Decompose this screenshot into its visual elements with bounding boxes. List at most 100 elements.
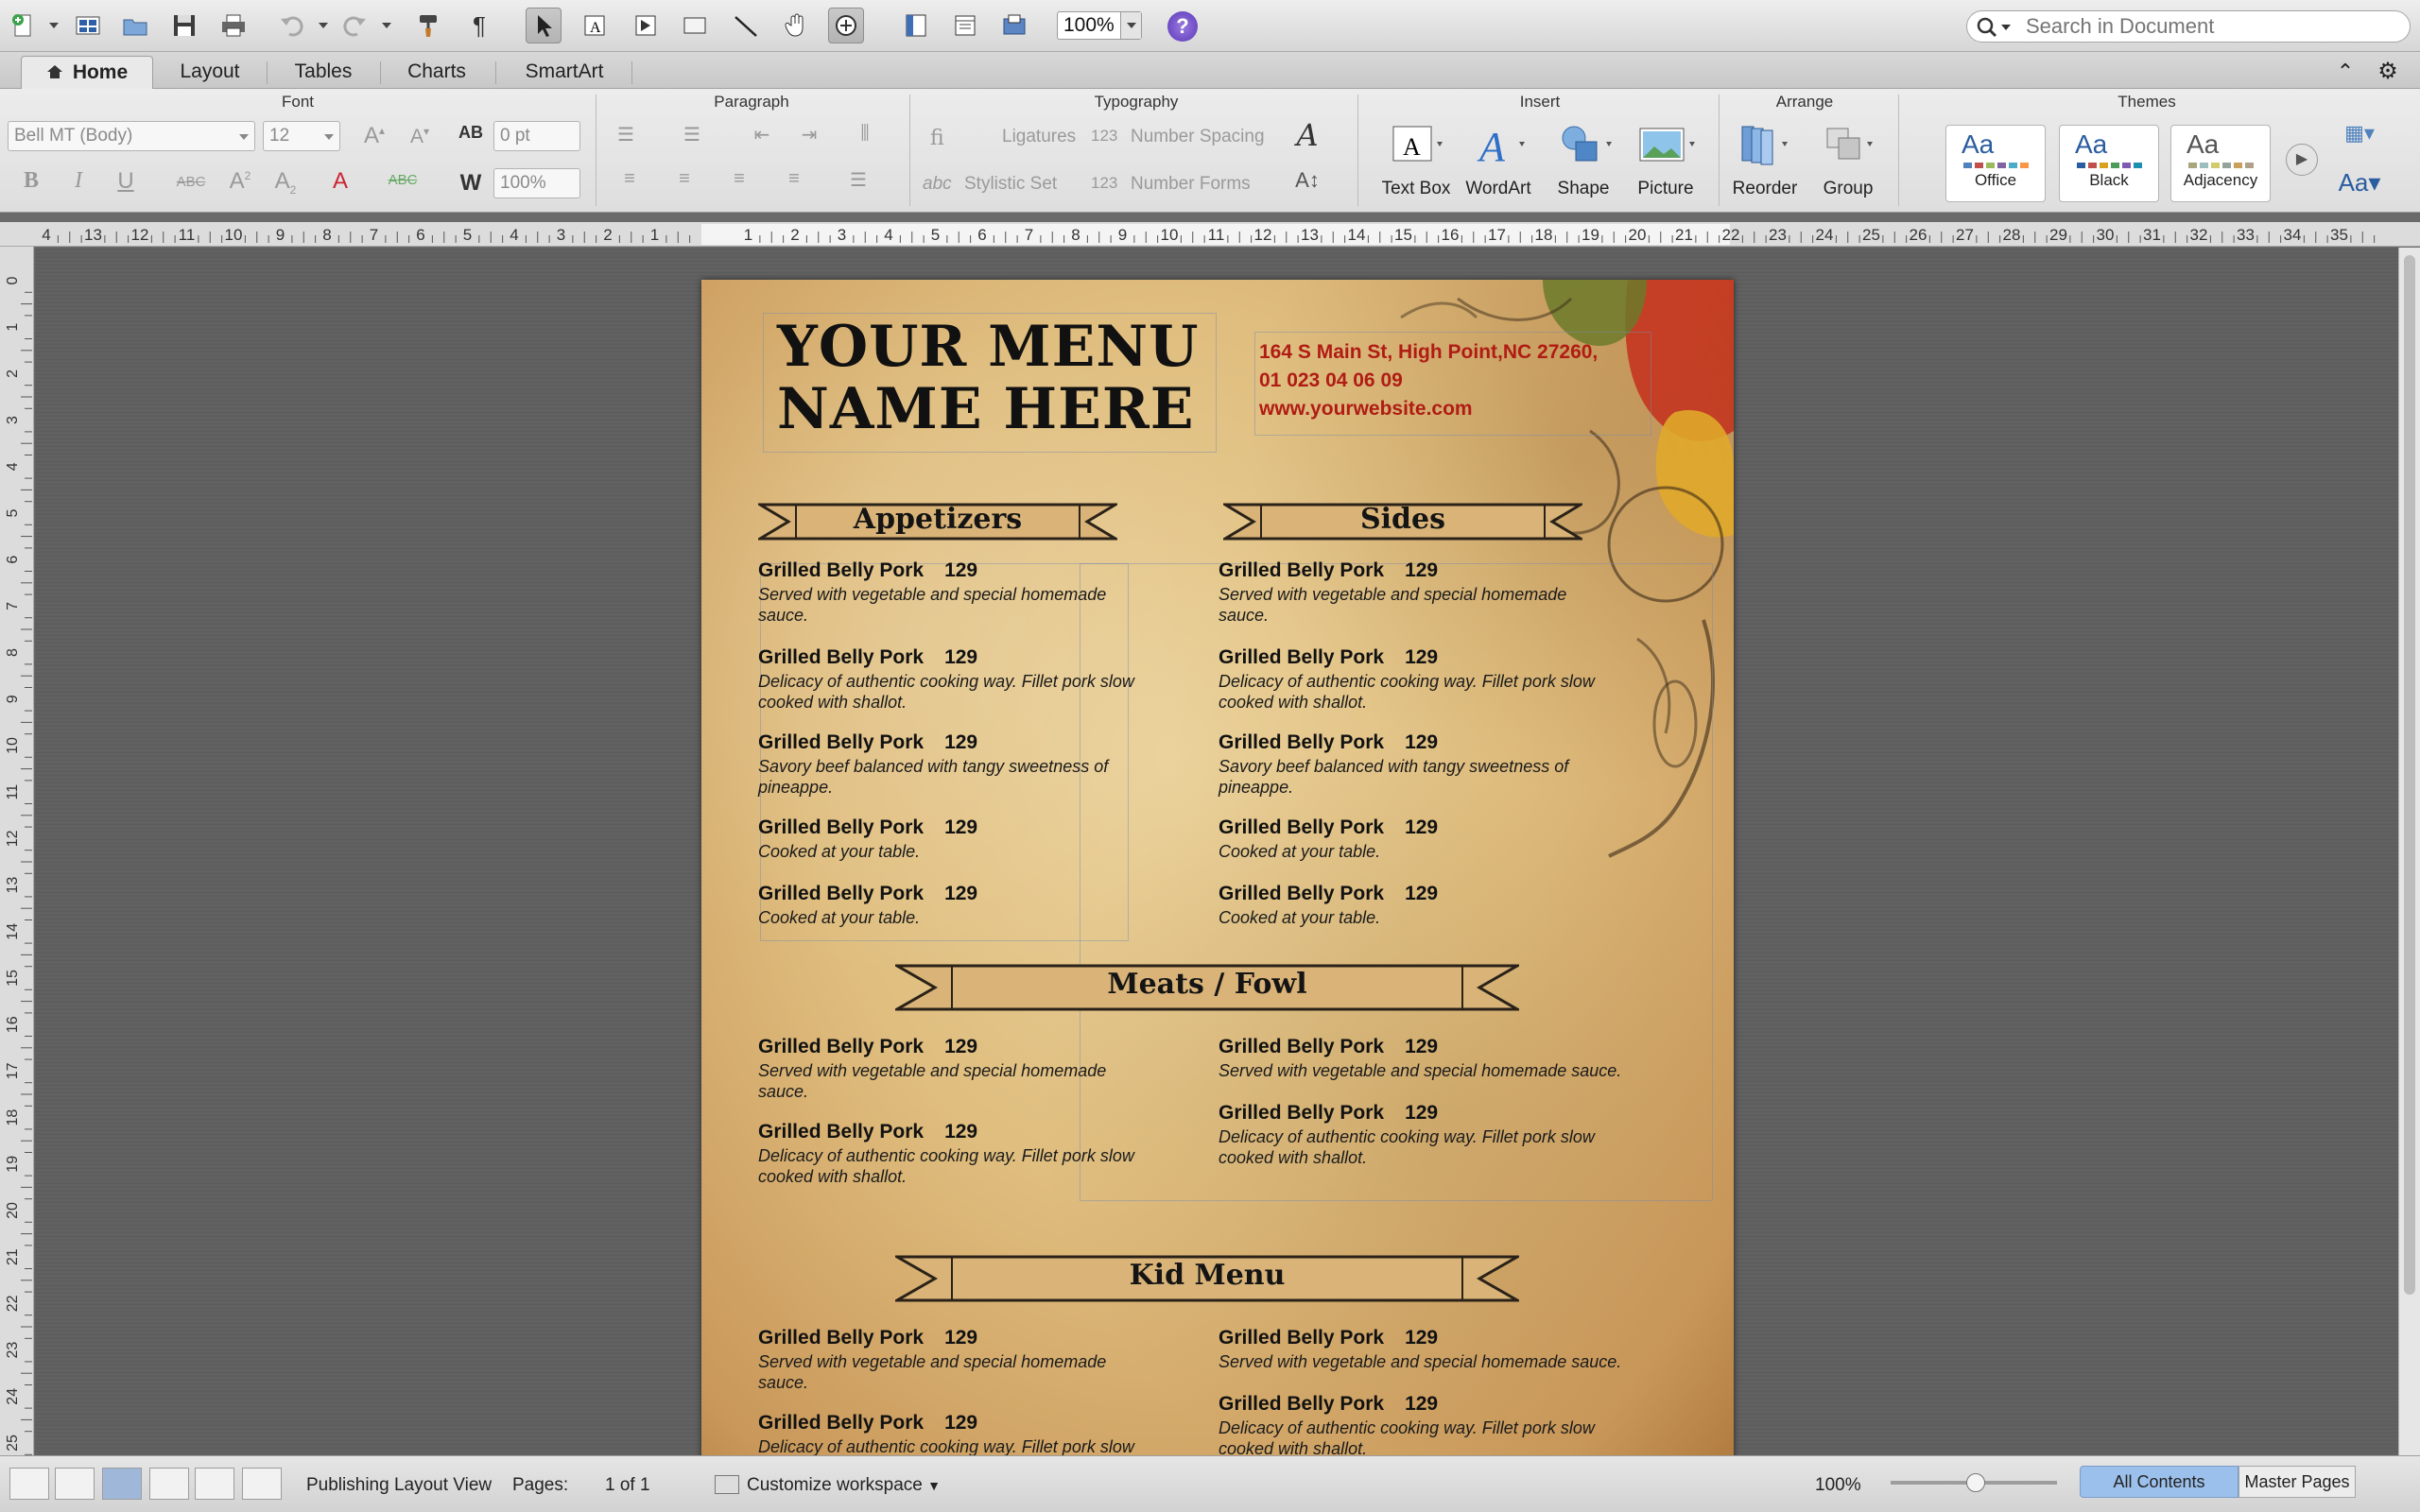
menu-title[interactable]: YOUR MENU NAME HERE [777,316,1200,440]
menu-item[interactable]: Grilled Belly Pork 129 Savory beef balanc… [1219,731,1616,798]
menu-item[interactable]: Grilled Belly Pork 129 Delicacy of authen… [1219,646,1634,713]
menu-item[interactable]: Grilled Belly Pork 129 Savory beef balanc… [758,731,1155,798]
zoom-slider[interactable] [1891,1473,2057,1492]
menu-item[interactable]: Grilled Belly Pork 129 Served with vegeta… [758,1036,1155,1102]
insert-text-box-button[interactable]: A Text Box [1371,121,1461,199]
vertical-ruler[interactable]: 0 1 2 3 4 5 6 7 8 9 10 11 12 13 14 15 16 17 18 19 20 21 22 23 24… [0,247,34,1456]
customize-workspace-button[interactable]: Customize workspace ▼ [715,1475,951,1496]
scrollbar-thumb[interactable] [2404,255,2415,1295]
toolbox-icon[interactable] [947,8,983,43]
search-document[interactable] [1966,10,2411,43]
group-button[interactable]: Group [1809,121,1887,199]
print-icon[interactable] [216,8,251,43]
menu-item[interactable]: Grilled Belly Pork 129 Cooked at your tab… [1219,816,1616,862]
all-contents-tab[interactable]: All Contents [2080,1466,2238,1498]
menu-page[interactable]: YOUR MENU NAME HERE 164 S Main St, High … [701,280,1734,1455]
number-forms-button[interactable]: Number Forms [1131,174,1251,195]
tab-smartart[interactable]: SmartArt [505,56,624,89]
themes-next-icon[interactable]: ▶ [2286,144,2318,176]
document-canvas[interactable]: YOUR MENU NAME HERE 164 S Main St, High … [35,248,2398,1455]
contact-block[interactable]: 164 S Main St, High Point,NC 27260, 01 0… [1259,338,1598,423]
menu-item[interactable]: Grilled Belly Pork 129 Delicacy of authen… [1219,1102,1634,1168]
tab-tables[interactable]: Tables [274,56,372,89]
align-left-icon[interactable]: ≡ [611,168,648,190]
hand-pan-icon[interactable] [779,8,815,43]
underline-icon[interactable]: U [110,168,142,195]
collapse-ribbon-icon[interactable]: ⌃ [2331,56,2360,89]
columns-icon[interactable]: ⫼ [841,123,889,145]
theme-black[interactable]: Aa Black [2059,125,2159,202]
bullets-icon[interactable]: ☰ [607,123,645,146]
new-document-icon[interactable] [6,8,42,43]
show-formatting-icon[interactable]: ¶ [461,8,497,43]
search-icon[interactable] [1975,15,2022,40]
subscript-icon[interactable]: A2 [268,168,302,197]
number-spacing-button[interactable]: Number Spacing [1131,127,1265,147]
bold-icon[interactable]: B [15,168,47,194]
tab-layout[interactable]: Layout [163,56,257,89]
text-effects-icon[interactable]: A [1291,117,1323,153]
theme-fonts-icon[interactable]: Aa▾ [2335,168,2384,198]
banner-meats[interactable]: Meats / Fowl [895,958,1519,1017]
banner-kids[interactable]: Kid Menu [895,1249,1519,1308]
grow-font-icon[interactable]: A▴ [355,123,393,149]
strikethrough-icon[interactable]: ABC [168,174,214,190]
decrease-indent-icon[interactable]: ⇤ [743,123,781,146]
line-spacing-icon[interactable]: ☰ [832,168,885,192]
publish-icon[interactable] [996,8,1032,43]
rectangle-tool-icon[interactable] [677,8,713,43]
insert-shape-button[interactable]: Shape [1541,121,1626,199]
character-spacing-icon[interactable]: AB [454,123,488,143]
insert-picture-button[interactable]: Picture [1622,121,1709,199]
vertical-scrollbar[interactable] [2398,248,2420,1455]
menu-item[interactable]: Grilled Belly Pork 129 Delicacy of authen… [758,1121,1155,1187]
notebook-view-button[interactable] [195,1468,234,1500]
zoom-dropdown-icon[interactable] [1120,12,1141,39]
font-color-icon[interactable]: A [323,168,357,195]
text-width-icon[interactable]: W [452,170,490,197]
character-spacing-field[interactable]: 0 pt [493,121,580,151]
print-layout-view-button[interactable] [149,1468,189,1500]
ligatures-button[interactable]: Ligatures [1002,127,1076,147]
zoom-slider-knob[interactable] [1966,1473,1985,1492]
ribbon-settings-gear-icon[interactable]: ⚙ [2369,56,2407,89]
open-folder-icon[interactable] [117,8,153,43]
help-icon[interactable]: ? [1167,11,1198,42]
horizontal-ruler[interactable]: 4 13 12 11 10 9 8 7 6 5 4 3 2 1 1 2 3 4 5 6 7 8 9 10 11 12 13 14 15 1… [0,222,2420,247]
media-browser-icon[interactable] [828,8,864,43]
banner-sides[interactable]: Sides [1223,495,1582,548]
outline-view-button[interactable] [55,1468,95,1500]
zoom-select[interactable]: 100% [1057,11,1142,40]
menu-item[interactable]: Grilled Belly Pork 129 Served with vegeta… [758,1327,1155,1393]
menu-item[interactable]: Grilled Belly Pork 129 Delicacy of authen… [758,646,1155,713]
increase-indent-icon[interactable]: ⇥ [790,123,828,146]
shrink-font-icon[interactable]: A▾ [401,125,439,148]
undo-icon[interactable] [274,8,310,43]
superscript-icon[interactable]: A2 [223,168,257,195]
undo-dropdown-icon[interactable] [319,23,328,28]
redo-dropdown-icon[interactable] [382,23,391,28]
theme-adjacency[interactable]: Aa Adjacency [2170,125,2271,202]
numbering-icon[interactable]: ☰ [673,123,711,146]
font-name-select[interactable]: Bell MT (Body) [8,121,255,151]
justify-icon[interactable]: ≡ [775,168,813,190]
menu-item[interactable]: Grilled Belly Pork 129 Delicacy of authen… [1219,1393,1634,1455]
highlight-icon[interactable]: ABC [382,172,424,188]
master-pages-tab[interactable]: Master Pages [2238,1466,2356,1498]
font-size-select[interactable]: 12 [263,121,340,151]
italic-icon[interactable]: I [62,168,95,194]
save-icon[interactable] [166,8,202,43]
templates-icon[interactable] [70,8,106,43]
menu-item[interactable]: Grilled Belly Pork 129 Served with vegeta… [1219,1036,1691,1081]
menu-item[interactable]: Grilled Belly Pork 129 Cooked at your tab… [1219,883,1616,928]
banner-appetizers[interactable]: Appetizers [758,495,1117,548]
menu-item[interactable]: Grilled Belly Pork 129 Served with vegeta… [1219,1327,1691,1372]
draft-view-button[interactable] [9,1468,49,1500]
insert-wordart-button[interactable]: A WordArt [1456,121,1541,199]
menu-item[interactable]: Grilled Belly Pork 129 Served with vegeta… [758,559,1155,626]
search-input[interactable] [2026,14,2394,39]
align-center-icon[interactable]: ≡ [666,168,703,190]
align-right-icon[interactable]: ≡ [720,168,758,190]
theme-colors-icon[interactable]: ▦▾ [2335,121,2384,146]
menu-item[interactable]: Grilled Belly Pork 129 Cooked at your tab… [758,816,1155,862]
